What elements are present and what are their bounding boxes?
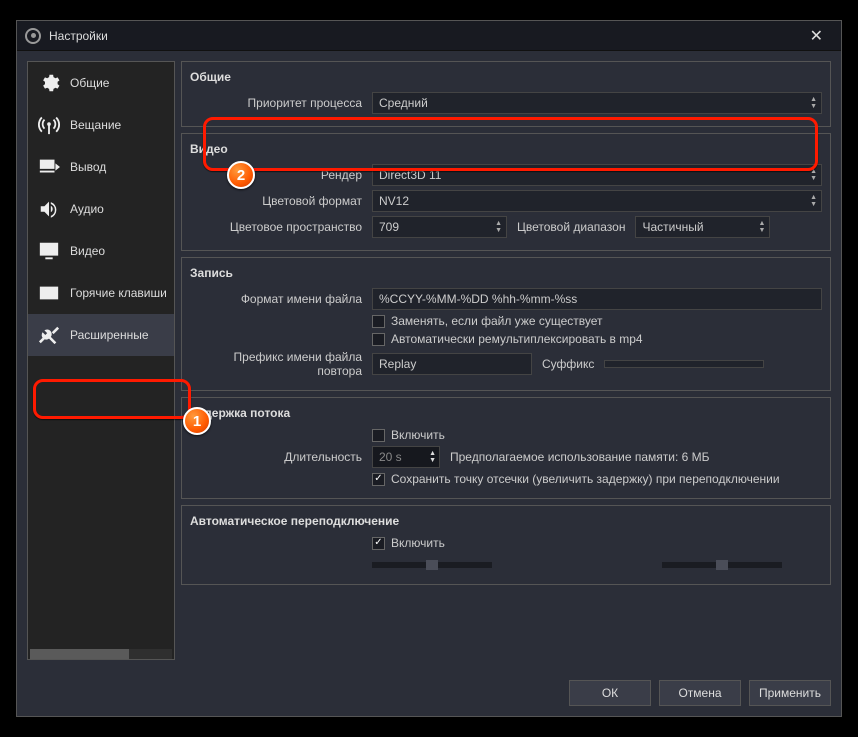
sidebar-item-hotkeys[interactable]: Горячие клавиши xyxy=(28,272,174,314)
reconnect-enable-checkbox[interactable] xyxy=(372,537,385,550)
footer: ОК Отмена Применить xyxy=(17,670,841,716)
gear-icon xyxy=(36,72,62,94)
overwrite-checkbox[interactable] xyxy=(372,315,385,328)
sidebar-item-label: Вывод xyxy=(70,160,106,174)
keyboard-icon xyxy=(36,282,62,304)
replay-prefix-label: Префикс имени файла повтора xyxy=(190,350,366,378)
group-title: Задержка потока xyxy=(190,406,822,420)
tools-icon xyxy=(36,324,62,346)
overwrite-label: Заменять, если файл уже существует xyxy=(391,314,603,328)
sidebar-item-label: Видео xyxy=(70,244,105,258)
window-title: Настройки xyxy=(49,29,800,43)
group-auto-reconnect: Автоматическое переподключение Включить xyxy=(181,505,831,585)
sidebar-item-label: Горячие клавиши xyxy=(70,286,167,300)
renderer-label: Рендер xyxy=(190,168,366,182)
titlebar: Настройки ✕ xyxy=(17,21,841,51)
group-title: Общие xyxy=(190,70,822,84)
reconnect-enable-label: Включить xyxy=(391,536,445,550)
suffix-input[interactable] xyxy=(604,360,764,368)
delay-enable-checkbox[interactable] xyxy=(372,429,385,442)
priority-label: Приоритет процесса xyxy=(190,96,366,110)
sidebar-item-label: Аудио xyxy=(70,202,104,216)
sidebar-item-audio[interactable]: Аудио xyxy=(28,188,174,230)
renderer-select[interactable]: Direct3D 11 ▲▼ xyxy=(372,164,822,186)
sidebar-scrollbar[interactable] xyxy=(30,649,172,659)
sidebar-item-video[interactable]: Видео xyxy=(28,230,174,272)
color-space-label: Цветовое пространство xyxy=(190,220,366,234)
ok-button[interactable]: ОК xyxy=(569,680,651,706)
sidebar-item-general[interactable]: Общие xyxy=(28,62,174,104)
color-space-select[interactable]: 709 ▲▼ xyxy=(372,216,507,238)
duration-label: Длительность xyxy=(190,450,366,464)
reconnect-spinner-right[interactable] xyxy=(662,558,792,572)
group-general: Общие Приоритет процесса Средний ▲▼ xyxy=(181,61,831,127)
group-recording: Запись Формат имени файла %CCYY-%MM-%DD … xyxy=(181,257,831,391)
memory-estimate-label: Предполагаемое использование памяти: 6 М… xyxy=(446,450,714,464)
remux-checkbox[interactable] xyxy=(372,333,385,346)
settings-window: Настройки ✕ Общие Вещание Вывод xyxy=(16,20,842,717)
color-format-label: Цветовой формат xyxy=(190,194,366,208)
close-icon[interactable]: ✕ xyxy=(800,22,833,50)
antenna-icon xyxy=(36,114,62,136)
speaker-icon xyxy=(36,198,62,220)
duration-spinner[interactable]: 20 s ▲▼ xyxy=(372,446,440,468)
content-area: Общие Приоритет процесса Средний ▲▼ Виде… xyxy=(181,61,831,660)
group-title: Видео xyxy=(190,142,822,156)
sidebar: Общие Вещание Вывод Аудио xyxy=(27,61,175,660)
suffix-label: Суффикс xyxy=(538,357,598,371)
group-stream-delay: Задержка потока Включить Длительность 20… xyxy=(181,397,831,499)
sidebar-item-stream[interactable]: Вещание xyxy=(28,104,174,146)
sidebar-item-advanced[interactable]: Расширенные xyxy=(28,314,174,356)
sidebar-item-label: Вещание xyxy=(70,118,121,132)
remux-label: Автоматически ремультиплексировать в mp4 xyxy=(391,332,643,346)
color-range-select[interactable]: Частичный ▲▼ xyxy=(635,216,770,238)
filename-format-label: Формат имени файла xyxy=(190,292,366,306)
updown-icon: ▲▼ xyxy=(759,220,766,234)
sidebar-item-label: Расширенные xyxy=(70,328,149,342)
updown-icon: ▲▼ xyxy=(495,220,502,234)
group-title: Запись xyxy=(190,266,822,280)
delay-enable-label: Включить xyxy=(391,428,445,442)
priority-select[interactable]: Средний ▲▼ xyxy=(372,92,822,114)
app-icon xyxy=(25,28,41,44)
color-format-select[interactable]: NV12 ▲▼ xyxy=(372,190,822,212)
filename-format-input[interactable]: %CCYY-%MM-%DD %hh-%mm-%ss xyxy=(372,288,822,310)
apply-button[interactable]: Применить xyxy=(749,680,831,706)
updown-icon: ▲▼ xyxy=(429,450,436,464)
updown-icon: ▲▼ xyxy=(810,194,817,208)
sidebar-item-label: Общие xyxy=(70,76,109,90)
cancel-button[interactable]: Отмена xyxy=(659,680,741,706)
reconnect-spinner-left[interactable] xyxy=(372,558,502,572)
color-range-label: Цветовой диапазон xyxy=(513,220,629,234)
updown-icon: ▲▼ xyxy=(810,168,817,182)
group-title: Автоматическое переподключение xyxy=(190,514,822,528)
updown-icon: ▲▼ xyxy=(810,96,817,110)
group-video: Видео Рендер Direct3D 11 ▲▼ Цветовой фор… xyxy=(181,133,831,251)
preserve-label: Сохранить точку отсечки (увеличить задер… xyxy=(391,472,780,486)
preserve-checkbox[interactable] xyxy=(372,473,385,486)
replay-prefix-input[interactable]: Replay xyxy=(372,353,532,375)
output-icon xyxy=(36,156,62,178)
sidebar-item-output[interactable]: Вывод xyxy=(28,146,174,188)
monitor-icon xyxy=(36,240,62,262)
